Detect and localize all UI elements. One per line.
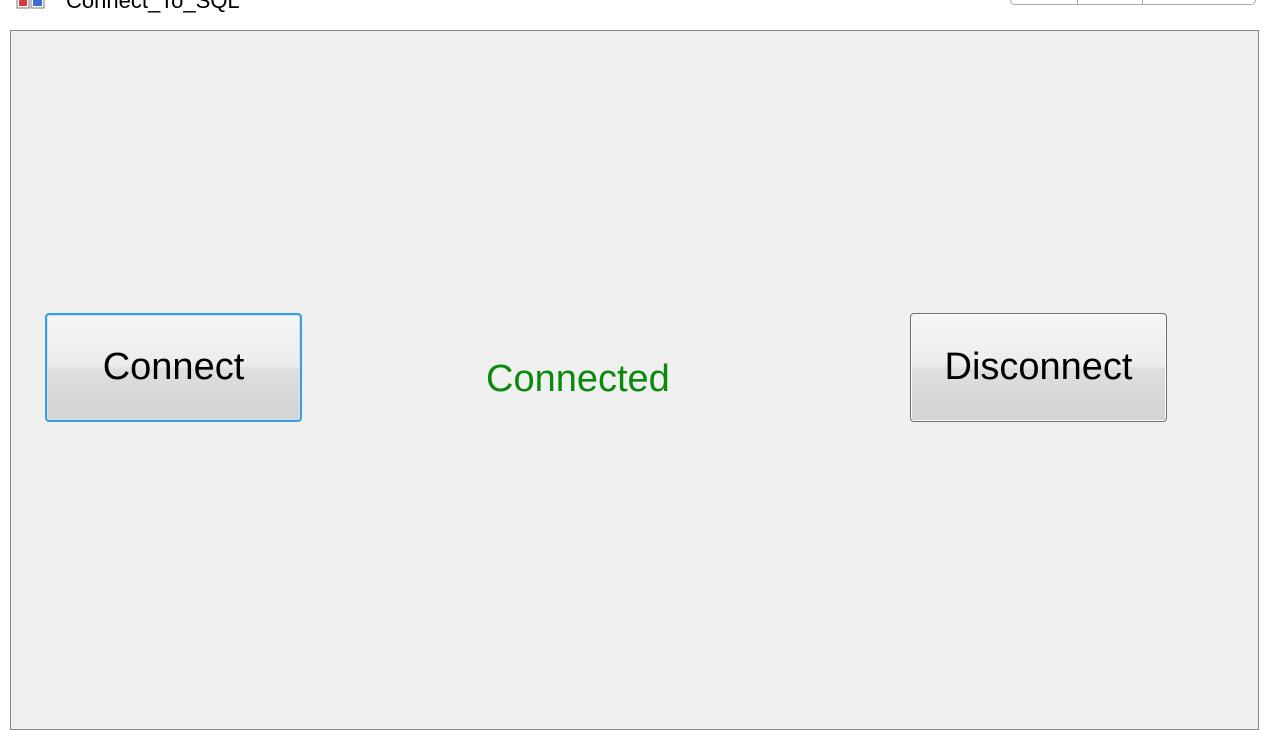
maximize-button[interactable] <box>1078 0 1143 5</box>
window-title: Connect_To_SQL <box>66 0 240 13</box>
caption-buttons <box>1010 0 1258 6</box>
connect-button[interactable]: Connect <box>45 313 302 422</box>
form-client-area: Connect Connected Disconnect <box>10 30 1259 730</box>
close-button[interactable] <box>1143 0 1256 5</box>
title-bar[interactable]: Connect_To_SQL <box>0 0 1280 30</box>
minimize-button[interactable] <box>1010 0 1078 5</box>
disconnect-button[interactable]: Disconnect <box>910 313 1167 422</box>
form-icon <box>16 0 46 10</box>
connection-status-label: Connected <box>486 358 670 400</box>
